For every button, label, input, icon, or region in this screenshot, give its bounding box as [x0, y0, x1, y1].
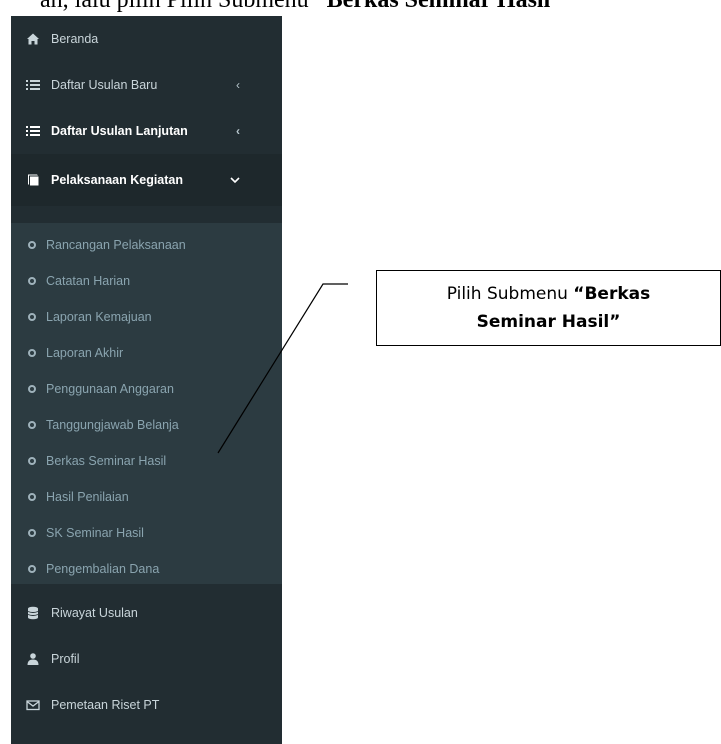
submenu-item-label: Hasil Penilaian: [46, 490, 129, 504]
chevron-down-icon: [230, 173, 240, 187]
user-icon: [25, 651, 41, 667]
circle-icon: [28, 385, 36, 393]
sidebar-item-label: Beranda: [51, 32, 99, 46]
sidebar-item-label: Daftar Usulan Baru: [51, 78, 158, 92]
circle-icon: [28, 565, 36, 573]
circle-icon: [28, 493, 36, 501]
submenu-item-laporan-kemajuan[interactable]: Laporan Kemajuan: [11, 299, 282, 335]
submenu-pelaksanaan-kegiatan: Rancangan Pelaksanaan Catatan Harian Lap…: [11, 223, 282, 584]
submenu-item-sk-seminar-hasil[interactable]: SK Seminar Hasil: [11, 515, 282, 551]
submenu-item-label: Pengembalian Dana: [46, 562, 160, 576]
sidebar-item-label: Pemetaan Riset PT: [51, 698, 160, 712]
submenu-item-label: Laporan Kemajuan: [46, 310, 152, 324]
submenu-item-berkas-seminar-hasil[interactable]: Berkas Seminar Hasil: [11, 443, 282, 479]
circle-icon: [28, 421, 36, 429]
home-icon: [25, 31, 41, 47]
submenu-item-label: Berkas Seminar Hasil: [46, 454, 167, 468]
sidebar-item-daftar-usulan-lanjutan[interactable]: Daftar Usulan Lanjutan ‹: [11, 108, 282, 154]
caption-highlight: “Berkas Seminar Hasil”: [314, 0, 563, 13]
submenu-item-label: Rancangan Pelaksanaan: [46, 238, 186, 252]
circle-icon: [28, 277, 36, 285]
list-icon: [25, 123, 41, 139]
submenu-item-hasil-penilaian[interactable]: Hasil Penilaian: [11, 479, 282, 515]
sidebar-item-daftar-usulan-baru[interactable]: Daftar Usulan Baru ‹: [11, 62, 282, 108]
envelope-icon: [25, 697, 41, 713]
submenu-item-label: Catatan Harian: [46, 274, 131, 288]
submenu-item-label: Penggunaan Anggaran: [46, 382, 174, 396]
submenu-item-laporan-akhir[interactable]: Laporan Akhir: [11, 335, 282, 371]
chevron-left-icon: ‹: [236, 124, 240, 138]
callout-box: Pilih Submenu “Berkas Seminar Hasil”: [376, 270, 721, 346]
submenu-item-rancangan-pelaksanaan[interactable]: Rancangan Pelaksanaan: [11, 227, 282, 263]
circle-icon: [28, 313, 36, 321]
circle-icon: [28, 457, 36, 465]
submenu-item-penggunaan-anggaran[interactable]: Penggunaan Anggaran: [11, 371, 282, 407]
database-icon: [25, 605, 41, 621]
sidebar-item-label: Pelaksanaan Kegiatan: [51, 173, 184, 187]
submenu-item-label: SK Seminar Hasil: [46, 526, 144, 540]
sidebar-item-pelaksanaan-kegiatan[interactable]: Pelaksanaan Kegiatan: [11, 154, 282, 206]
callout-line-1: Pilih Submenu “Berkas: [446, 284, 651, 304]
sidebar-item-pemetaan-riset-pt[interactable]: Pemetaan Riset PT: [11, 682, 282, 728]
sidebar-item-riwayat-usulan[interactable]: Riwayat Usulan: [11, 590, 282, 636]
callout-line-2: Seminar Hasil”: [476, 312, 621, 332]
chevron-left-icon: ‹: [236, 78, 240, 92]
sidebar-item-label: Profil: [51, 652, 80, 666]
book-icon: [25, 172, 41, 188]
circle-icon: [28, 349, 36, 357]
sidebar-item-beranda[interactable]: Beranda: [11, 16, 282, 62]
sidebar: Beranda Daftar Usulan Baru ‹ Daftar Usul…: [11, 16, 282, 744]
page-caption: an, lalu pilih Pilih Submenu “Berkas Sem…: [0, 0, 721, 15]
circle-icon: [28, 529, 36, 537]
list-icon: [25, 77, 41, 93]
submenu-item-pengembalian-dana[interactable]: Pengembalian Dana: [11, 551, 282, 587]
sidebar-item-label: Daftar Usulan Lanjutan: [51, 124, 188, 138]
sidebar-item-profil[interactable]: Profil: [11, 636, 282, 682]
submenu-item-label: Tanggungjawab Belanja: [46, 418, 179, 432]
submenu-item-catatan-harian[interactable]: Catatan Harian: [11, 263, 282, 299]
sidebar-item-label: Riwayat Usulan: [51, 606, 138, 620]
submenu-item-tanggungjawab-belanja[interactable]: Tanggungjawab Belanja: [11, 407, 282, 443]
caption-prefix: an, lalu pilih Pilih Submenu: [40, 0, 309, 13]
submenu-item-label: Laporan Akhir: [46, 346, 124, 360]
circle-icon: [28, 241, 36, 249]
